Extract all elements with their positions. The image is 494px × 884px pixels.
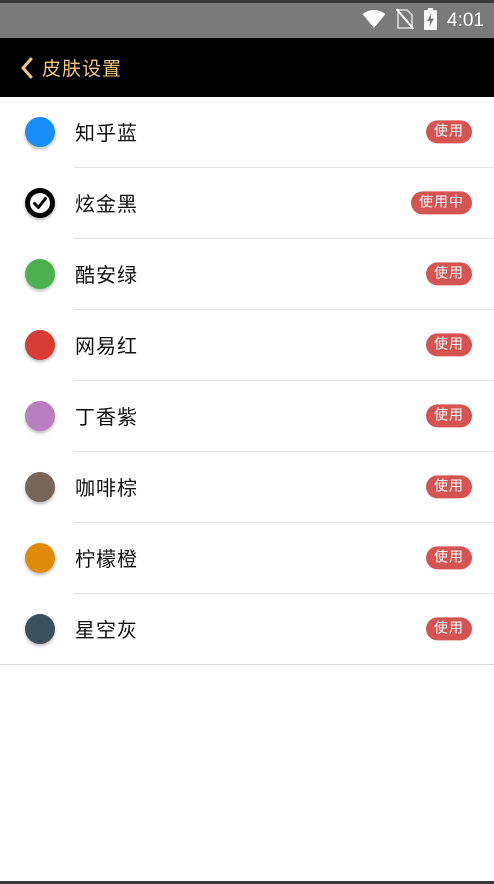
color-swatch	[25, 613, 55, 644]
check-icon	[30, 192, 50, 213]
use-button[interactable]: 使用	[426, 545, 472, 569]
skin-name: 咖啡棕	[75, 475, 138, 500]
skin-name: 知乎蓝	[75, 120, 138, 145]
color-swatch	[25, 471, 55, 502]
use-button[interactable]: 使用	[426, 403, 472, 427]
page-title: 皮肤设置	[42, 58, 123, 80]
skin-row[interactable]: 丁香紫 使用	[0, 381, 494, 452]
skin-list: 知乎蓝 使用 炫金黑 使用中 酷安绿 使用 网易红 使用 丁香紫 使用 咖啡棕 使用 柠檬橙 使用 星空灰使…	[0, 97, 494, 665]
skin-name: 星空灰	[75, 617, 138, 642]
screen: 4:01 皮肤设置 知乎蓝 使用 炫金黑 使用中 酷安绿 使用 网易红 使用 丁香紫 使用 咖啡棕使…	[0, 0, 494, 884]
skin-row[interactable]: 网易红 使用	[0, 310, 494, 381]
skin-row[interactable]: 炫金黑 使用中	[0, 168, 494, 239]
divider	[0, 664, 494, 665]
color-swatch	[25, 116, 55, 147]
use-button[interactable]: 使用	[426, 261, 472, 285]
use-button[interactable]: 使用	[426, 119, 472, 143]
skin-row[interactable]: 柠檬橙 使用	[0, 523, 494, 594]
skin-name: 丁香紫	[75, 404, 138, 429]
in-use-button[interactable]: 使用中	[411, 190, 472, 214]
skin-row[interactable]: 知乎蓝 使用	[0, 97, 494, 168]
skin-name: 柠檬橙	[75, 546, 138, 571]
color-swatch	[25, 329, 55, 360]
wifi-icon	[362, 9, 386, 33]
skin-row[interactable]: 酷安绿 使用	[0, 239, 494, 310]
color-swatch	[25, 258, 55, 289]
no-sim-icon	[395, 7, 415, 34]
back-button[interactable]: 皮肤设置	[0, 38, 122, 97]
status-bar: 4:01	[0, 3, 494, 38]
color-swatch	[25, 400, 55, 431]
use-button[interactable]: 使用	[426, 616, 472, 640]
skin-row[interactable]: 星空灰 使用	[0, 594, 494, 665]
status-time: 4:01	[447, 9, 484, 31]
color-swatch	[25, 542, 55, 573]
use-button[interactable]: 使用	[426, 474, 472, 498]
skin-name: 炫金黑	[75, 191, 138, 216]
battery-charging-icon	[424, 7, 438, 34]
skin-row[interactable]: 咖啡棕 使用	[0, 452, 494, 523]
use-button[interactable]: 使用	[426, 332, 472, 356]
chevron-left-icon	[20, 57, 34, 79]
skin-name: 网易红	[75, 333, 138, 358]
app-bar: 皮肤设置	[0, 38, 494, 97]
status-icons: 4:01	[362, 3, 484, 38]
selected-color-swatch	[25, 187, 55, 218]
skin-name: 酷安绿	[75, 262, 138, 287]
